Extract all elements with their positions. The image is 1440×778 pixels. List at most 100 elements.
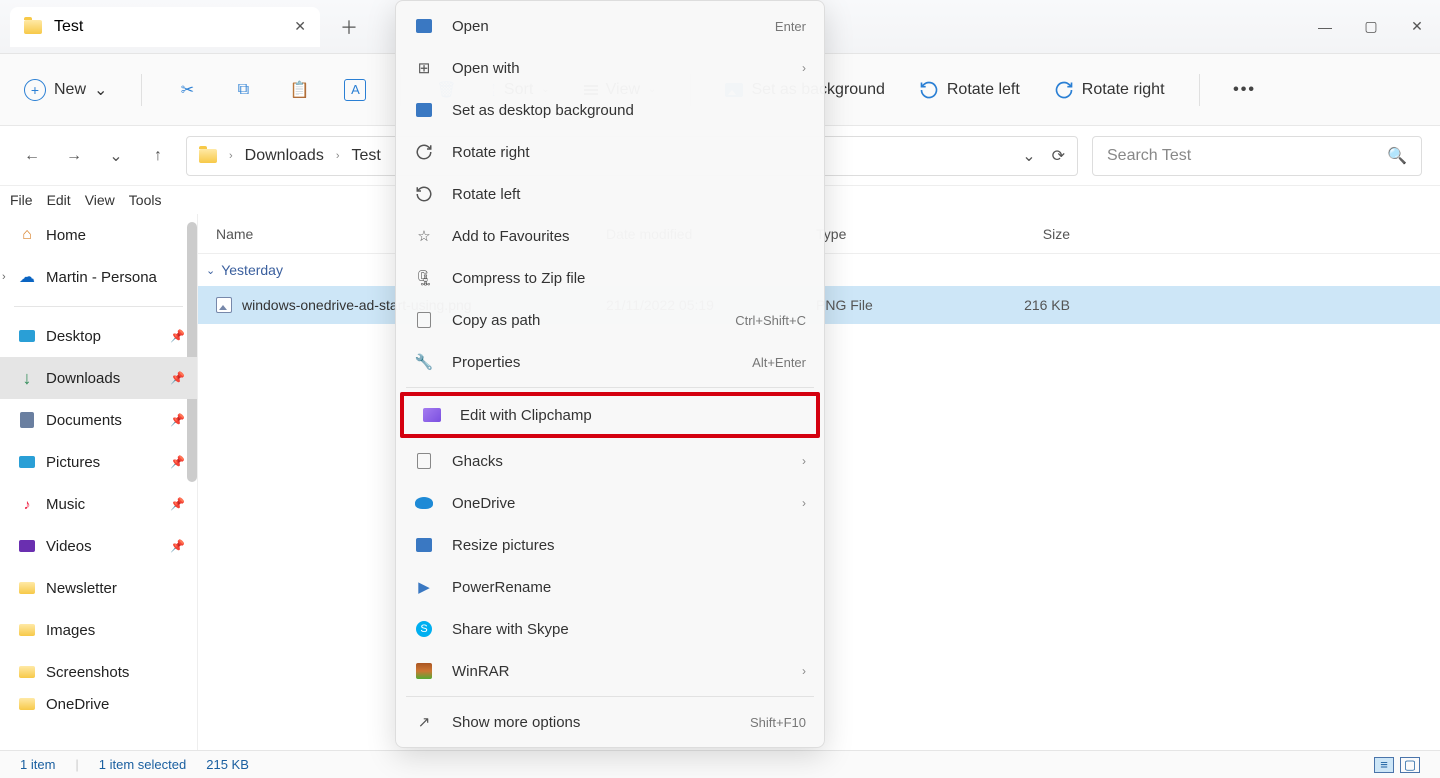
ctx-label: Compress to Zip file	[452, 270, 585, 287]
ctx-label: Ghacks	[452, 453, 503, 470]
ctx-label: Add to Favourites	[452, 228, 570, 245]
menu-file[interactable]: File	[10, 192, 33, 208]
sidebar-item-home[interactable]: ⌂Home	[0, 214, 197, 256]
sidebar-item-music[interactable]: ♪Music📌	[0, 483, 197, 525]
pin-icon: 📌	[170, 371, 185, 385]
more-button[interactable]: •••	[1234, 79, 1256, 101]
sidebar-label: Home	[46, 227, 86, 244]
ctx-copy-path[interactable]: Copy as pathCtrl+Shift+C	[396, 299, 824, 341]
ctx-properties[interactable]: 🔧PropertiesAlt+Enter	[396, 341, 824, 383]
ctx-ghacks[interactable]: Ghacks›	[396, 440, 824, 482]
column-size[interactable]: Size	[978, 226, 1088, 242]
up-button[interactable]: ↑	[144, 142, 172, 170]
refresh-button[interactable]: ⟳	[1052, 146, 1065, 166]
separator	[1199, 74, 1200, 106]
sidebar-item-videos[interactable]: Videos📌	[0, 525, 197, 567]
copy-icon[interactable]: ⧉	[232, 79, 254, 101]
breadcrumb-test[interactable]: Test	[352, 147, 381, 165]
cloud-icon	[415, 497, 433, 509]
details-view-button[interactable]: ≡	[1374, 757, 1394, 773]
sidebar-item-documents[interactable]: Documents📌	[0, 399, 197, 441]
sidebar-label: Screenshots	[46, 664, 129, 681]
rotate-left-button[interactable]: Rotate left	[919, 80, 1020, 100]
ctx-label: Open	[452, 18, 489, 35]
picture-icon	[416, 538, 432, 552]
ctx-powerrename[interactable]: ▶PowerRename	[396, 566, 824, 608]
sidebar-item-onedrive[interactable]: OneDrive	[0, 693, 197, 715]
video-icon	[19, 540, 35, 552]
tab-close-button[interactable]: ✕	[294, 18, 306, 35]
menu-edit[interactable]: Edit	[47, 192, 71, 208]
rename-icon: ▶	[414, 577, 434, 597]
ctx-rotate-left[interactable]: Rotate left	[396, 173, 824, 215]
rotate-left-label: Rotate left	[947, 81, 1020, 99]
breadcrumb-downloads[interactable]: Downloads	[245, 147, 324, 165]
window-tab[interactable]: Test ✕	[10, 7, 320, 47]
ctx-label: Properties	[452, 354, 520, 371]
chevron-right-icon: ›	[802, 61, 806, 75]
sidebar-label: Downloads	[46, 370, 120, 387]
ctx-edit-clipchamp[interactable]: Edit with Clipchamp	[404, 396, 816, 434]
address-dropdown-button[interactable]: ⌄	[1022, 146, 1035, 166]
ctx-label: WinRAR	[452, 663, 510, 680]
download-icon: ↓	[18, 369, 36, 387]
maximize-button[interactable]: ▢	[1348, 0, 1394, 53]
ctx-open[interactable]: OpenEnter	[396, 5, 824, 47]
sidebar-item-pictures[interactable]: Pictures📌	[0, 441, 197, 483]
ctx-share-skype[interactable]: SShare with Skype	[396, 608, 824, 650]
ctx-add-favourites[interactable]: ☆Add to Favourites	[396, 215, 824, 257]
ctx-resize-pictures[interactable]: Resize pictures	[396, 524, 824, 566]
sidebar-label: Newsletter	[46, 580, 117, 597]
menu-view[interactable]: View	[85, 192, 115, 208]
window-controls: — ▢ ✕	[1302, 0, 1440, 53]
sidebar-item-images[interactable]: Images	[0, 609, 197, 651]
ctx-onedrive[interactable]: OneDrive ›	[396, 482, 824, 524]
rotate-right-button[interactable]: Rotate right	[1054, 80, 1165, 100]
ctx-label: OneDrive	[452, 495, 515, 512]
folder-icon	[199, 149, 217, 163]
status-selected: 1 item selected	[99, 757, 186, 772]
rotate-right-icon	[1054, 80, 1074, 100]
minimize-button[interactable]: —	[1302, 0, 1348, 53]
ctx-open-with[interactable]: ⊞Open with›	[396, 47, 824, 89]
ctx-rotate-right[interactable]: Rotate right	[396, 131, 824, 173]
plus-icon: +	[24, 79, 46, 101]
chevron-right-icon: ›	[802, 496, 806, 510]
thumbnails-view-button[interactable]: ▢	[1400, 757, 1420, 773]
forward-button[interactable]: →	[60, 142, 88, 170]
separator	[406, 387, 814, 388]
pin-icon: 📌	[170, 455, 185, 469]
sidebar-item-desktop[interactable]: Desktop📌	[0, 315, 197, 357]
cut-icon[interactable]: ✂	[176, 79, 198, 101]
new-label: New	[54, 81, 86, 99]
rename-icon[interactable]: A	[344, 79, 366, 101]
music-icon: ♪	[18, 495, 36, 513]
back-button[interactable]: ←	[18, 142, 46, 170]
sidebar-item-downloads[interactable]: ↓ Downloads 📌	[0, 357, 197, 399]
sidebar-item-personal[interactable]: ›☁Martin - Persona	[0, 256, 197, 298]
sidebar-label: Videos	[46, 538, 92, 555]
ctx-compress-zip[interactable]: 🗜Compress to Zip file	[396, 257, 824, 299]
sidebar-item-newsletter[interactable]: Newsletter	[0, 567, 197, 609]
chevron-down-icon: ⌄	[94, 80, 107, 100]
image-file-icon	[216, 297, 232, 313]
ctx-set-desktop-bg[interactable]: Set as desktop background	[396, 89, 824, 131]
wrench-icon: 🔧	[414, 352, 434, 372]
document-icon	[417, 453, 431, 469]
search-input[interactable]: Search Test 🔍	[1092, 136, 1422, 176]
chevron-down-icon: ⌄	[206, 264, 215, 277]
recent-button[interactable]: ⌄	[102, 142, 130, 170]
close-button[interactable]: ✕	[1394, 0, 1440, 53]
search-placeholder: Search Test	[1107, 147, 1191, 165]
column-type[interactable]: Type	[798, 226, 978, 242]
rotate-left-icon	[414, 184, 434, 204]
rotate-left-icon	[919, 80, 939, 100]
ctx-winrar[interactable]: WinRAR›	[396, 650, 824, 692]
new-tab-button[interactable]: ＋	[340, 14, 358, 40]
menu-tools[interactable]: Tools	[129, 192, 162, 208]
open-with-icon: ⊞	[414, 58, 434, 78]
sidebar-item-screenshots[interactable]: Screenshots	[0, 651, 197, 693]
ctx-show-more[interactable]: ↗Show more optionsShift+F10	[396, 701, 824, 743]
new-button[interactable]: + New ⌄	[24, 79, 107, 101]
paste-icon[interactable]: 📋	[288, 79, 310, 101]
